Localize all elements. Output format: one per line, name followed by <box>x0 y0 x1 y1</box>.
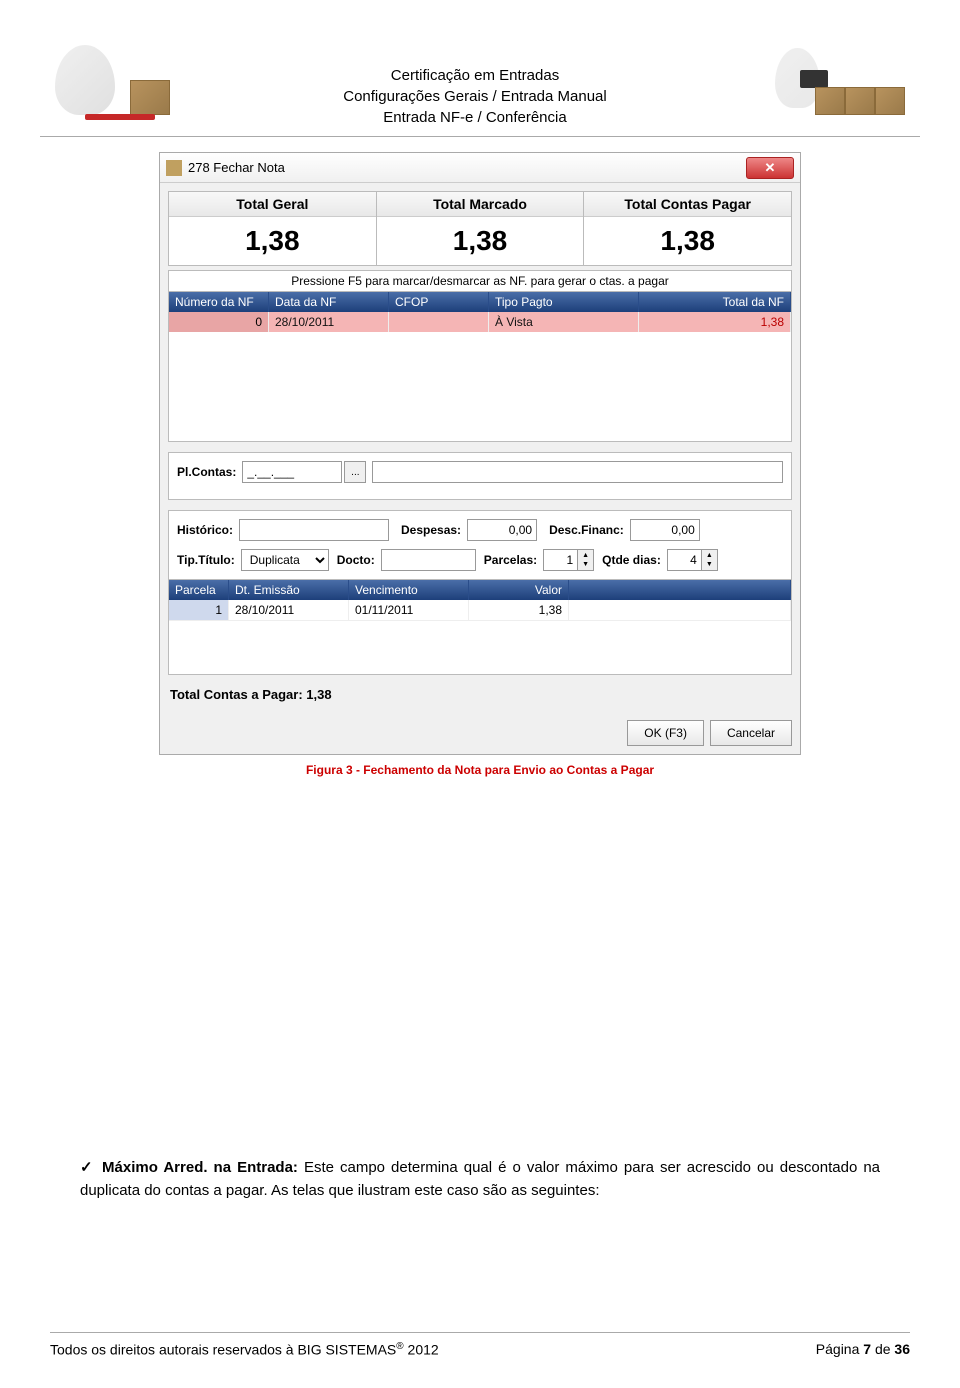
qtdedias-spinner[interactable]: ▲▼ <box>702 549 718 571</box>
hint-text: Pressione F5 para marcar/desmarcar as NF… <box>168 270 792 292</box>
footer-page: Página 7 de 36 <box>816 1341 910 1358</box>
total-contas-pagar-text: Total Contas a Pagar: 1,38 <box>168 681 792 708</box>
header-line1: Certificação em Entradas <box>190 65 760 86</box>
despesas-input[interactable] <box>467 519 537 541</box>
header-line3: Entrada NF-e / Conferência <box>190 107 760 128</box>
window-icon <box>166 160 182 176</box>
header-logo-right <box>760 40 910 125</box>
close-button[interactable]: ✕ <box>746 157 794 179</box>
qtdedias-input[interactable] <box>667 549 702 571</box>
descfin-label: Desc.Financ: <box>549 523 624 537</box>
col-emissao: Dt. Emissão <box>229 580 349 600</box>
parcelas-grid-header: Parcela Dt. Emissão Vencimento Valor <box>169 580 791 600</box>
close-icon: ✕ <box>765 160 776 176</box>
descfin-input[interactable] <box>630 519 700 541</box>
paragraph-bold: Máximo Arred. na Entrada: <box>102 1159 298 1176</box>
cell-total: 1,38 <box>639 312 791 332</box>
checkmark-icon: ✓ <box>80 1157 96 1180</box>
docto-input[interactable] <box>381 549 476 571</box>
col-cfop: CFOP <box>389 292 489 312</box>
header-line2: Configurações Gerais / Entrada Manual <box>190 86 760 107</box>
despesas-label: Despesas: <box>401 523 461 537</box>
col-total-nf: Total da NF <box>639 292 791 312</box>
parcelas-grid-row[interactable]: 1 28/10/2011 01/11/2011 1,38 <box>169 600 791 621</box>
plcontas-section: Pl.Contas: ... <box>168 452 792 500</box>
totals-panel: Total Geral 1,38 Total Marcado 1,38 Tota… <box>168 191 792 266</box>
button-row: OK (F3) Cancelar <box>160 714 800 754</box>
qtdedias-label: Qtde dias: <box>602 553 661 567</box>
page-header: Certificação em Entradas Configurações G… <box>50 40 910 128</box>
parcelas-spinner[interactable]: ▲▼ <box>578 549 594 571</box>
body-paragraph: ✓ Máximo Arred. na Entrada: Este campo d… <box>50 1157 910 1202</box>
total-contas-label: Total Contas Pagar <box>584 192 791 217</box>
tiptitulo-select[interactable]: Duplicata <box>241 549 329 571</box>
cell-parcela: 1 <box>169 600 229 621</box>
cell-cfop <box>389 312 489 332</box>
header-logo-left <box>50 40 190 125</box>
window-title: 278 Fechar Nota <box>188 160 285 175</box>
header-title-block: Certificação em Entradas Configurações G… <box>190 40 760 128</box>
col-numero-nf: Número da NF <box>169 292 269 312</box>
nf-grid-row[interactable]: 0 28/10/2011 À Vista 1,38 <box>169 312 791 332</box>
nf-grid[interactable]: Número da NF Data da NF CFOP Tipo Pagto … <box>168 292 792 442</box>
historico-label: Histórico: <box>177 523 233 537</box>
nf-grid-header: Número da NF Data da NF CFOP Tipo Pagto … <box>169 292 791 312</box>
total-marcado-value: 1,38 <box>377 217 584 265</box>
cell-valor: 1,38 <box>469 600 569 621</box>
parcelas-grid[interactable]: Parcela Dt. Emissão Vencimento Valor 1 2… <box>168 580 792 675</box>
cell-data: 28/10/2011 <box>269 312 389 332</box>
window-titlebar: 278 Fechar Nota ✕ <box>160 153 800 183</box>
plcontas-desc-input[interactable] <box>372 461 783 483</box>
col-valor: Valor <box>469 580 569 600</box>
historico-input[interactable] <box>239 519 389 541</box>
col-data-nf: Data da NF <box>269 292 389 312</box>
docto-label: Docto: <box>337 553 375 567</box>
tiptitulo-label: Tip.Título: <box>177 553 235 567</box>
total-geral-value: 1,38 <box>169 217 376 265</box>
total-marcado-label: Total Marcado <box>377 192 584 217</box>
cell-tipo: À Vista <box>489 312 639 332</box>
cancel-button[interactable]: Cancelar <box>710 720 792 746</box>
cell-numero: 0 <box>169 312 269 332</box>
parcelas-label: Parcelas: <box>484 553 537 567</box>
footer-left: Todos os direitos autorais reservados à … <box>50 1341 439 1358</box>
total-contas-value: 1,38 <box>584 217 791 265</box>
col-blank <box>569 580 791 600</box>
details-section: Histórico: Despesas: Desc.Financ: Tip.Tí… <box>168 510 792 580</box>
plcontas-label: Pl.Contas: <box>177 465 236 479</box>
figure-caption: Figura 3 - Fechamento da Nota para Envio… <box>50 763 910 777</box>
total-geral-label: Total Geral <box>169 192 376 217</box>
cell-emissao: 28/10/2011 <box>229 600 349 621</box>
cell-vencimento: 01/11/2011 <box>349 600 469 621</box>
col-vencimento: Vencimento <box>349 580 469 600</box>
plcontas-lookup-button[interactable]: ... <box>344 461 366 483</box>
parcelas-input[interactable] <box>543 549 578 571</box>
application-window: 278 Fechar Nota ✕ Total Geral 1,38 Total… <box>159 152 801 755</box>
ok-button[interactable]: OK (F3) <box>627 720 704 746</box>
col-tipo-pagto: Tipo Pagto <box>489 292 639 312</box>
plcontas-input[interactable] <box>242 461 342 483</box>
col-parcela: Parcela <box>169 580 229 600</box>
page-footer: Todos os direitos autorais reservados à … <box>50 1332 910 1358</box>
header-rule <box>40 136 920 137</box>
